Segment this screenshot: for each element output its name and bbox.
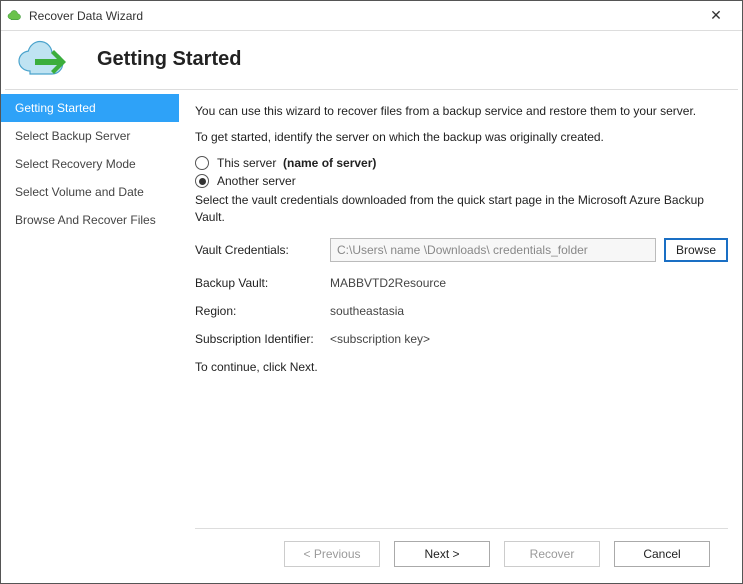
vault-credentials-label: Vault Credentials: [195,243,330,257]
radio-another-server[interactable]: Another server [195,174,728,188]
radio-unchecked-icon [195,156,209,170]
radio-this-server-label: This server [217,156,276,170]
server-name-label: (name of server) [283,156,376,170]
step-getting-started[interactable]: Getting Started [1,94,179,122]
wizard-footer: < Previous Next > Recover Cancel [195,528,728,583]
recover-button: Recover [504,541,600,567]
cancel-button[interactable]: Cancel [614,541,710,567]
backup-vault-label: Backup Vault: [195,276,330,290]
row-region: Region: southeastasia [195,304,728,318]
wizard-body: Getting Started Select Backup Server Sel… [1,90,742,583]
wizard-header: Getting Started [1,31,742,89]
row-vault-credentials: Vault Credentials: Browse [195,238,728,262]
row-subscription: Subscription Identifier: <subscription k… [195,332,728,346]
close-icon[interactable]: ✕ [696,1,736,30]
step-select-recovery-mode[interactable]: Select Recovery Mode [1,150,179,178]
browse-button[interactable]: Browse [664,238,728,262]
window-title: Recover Data Wizard [29,9,696,23]
subscription-value: <subscription key> [330,332,430,346]
vault-instruction-text: Select the vault credentials downloaded … [195,192,728,226]
row-backup-vault: Backup Vault: MABBVTD2Resource [195,276,728,290]
step-select-volume-date[interactable]: Select Volume and Date [1,178,179,206]
region-label: Region: [195,304,330,318]
subscription-label: Subscription Identifier: [195,332,330,346]
next-button[interactable]: Next > [394,541,490,567]
intro-text-1: You can use this wizard to recover files… [195,104,728,118]
titlebar: Recover Data Wizard ✕ [1,1,742,31]
wizard-content: You can use this wizard to recover files… [179,90,742,583]
radio-checked-icon [195,174,209,188]
step-browse-recover-files[interactable]: Browse And Recover Files [1,206,179,234]
step-select-backup-server[interactable]: Select Backup Server [1,122,179,150]
wizard-steps-sidebar: Getting Started Select Backup Server Sel… [1,90,179,583]
radio-another-server-label: Another server [217,174,296,188]
region-value: southeastasia [330,304,404,318]
previous-button: < Previous [284,541,380,567]
intro-text-2: To get started, identify the server on w… [195,130,728,144]
vault-credentials-input[interactable] [330,238,656,262]
continue-note: To continue, click Next. [195,360,728,374]
wizard-window: Recover Data Wizard ✕ Getting Started Ge… [0,0,743,584]
page-title: Getting Started [97,48,241,71]
backup-vault-value: MABBVTD2Resource [330,276,446,290]
radio-this-server[interactable]: This server (name of server) [195,156,728,170]
header-cloud-arrow-icon [15,39,75,79]
app-cloud-icon [7,8,23,24]
